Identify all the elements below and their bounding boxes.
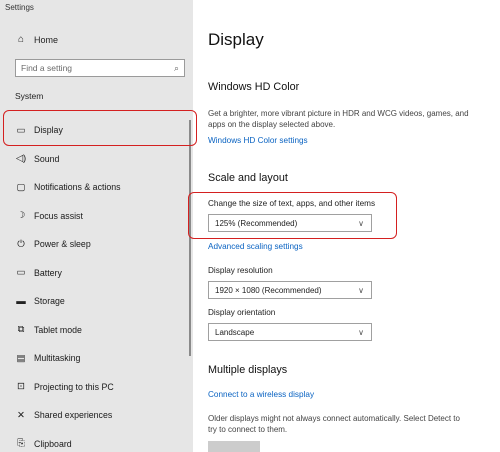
resolution-label: Display resolution (208, 266, 273, 275)
sidebar-item-projecting[interactable]: ⊡ Projecting to this PC (0, 373, 193, 402)
hdr-description: Get a brighter, more vibrant picture in … (208, 109, 469, 129)
sidebar-item-label: Tablet mode (34, 324, 82, 335)
sidebar-item-label: Storage (34, 296, 65, 307)
sidebar-item-clipboard[interactable]: ⎘ Clipboard (0, 430, 193, 452)
sidebar-item-label: Sound (34, 153, 60, 164)
section-label: System (15, 91, 44, 101)
sidebar-item-label: Multitasking (34, 353, 81, 364)
orientation-dropdown[interactable]: Landscape ∨ (208, 323, 372, 341)
sidebar-nav: ▭ Display ◁) Sound ▢ Notifications & act… (0, 116, 193, 452)
detect-button[interactable] (208, 441, 260, 452)
sidebar-item-storage[interactable]: ▬ Storage (0, 287, 193, 316)
sidebar-item-focus-assist[interactable]: ☽ Focus assist (0, 202, 193, 231)
orientation-dropdown-value: Landscape (215, 327, 255, 337)
sidebar-item-label: Display (34, 125, 63, 136)
sidebar-item-label: Clipboard (34, 438, 72, 449)
scale-heading: Scale and layout (208, 172, 288, 184)
hdr-heading: Windows HD Color (208, 81, 300, 93)
sidebar-scrollbar[interactable] (189, 120, 191, 356)
home-icon: ⌂ (17, 34, 25, 45)
home-link[interactable]: ⌂ Home (15, 34, 58, 45)
sidebar-item-tablet-mode[interactable]: ⧉ Tablet mode (0, 316, 193, 345)
sidebar-item-label: Projecting to this PC (34, 381, 114, 392)
multiple-displays-description: Older displays might not always connect … (208, 414, 460, 434)
power-icon: ⏻ (17, 238, 25, 250)
app-title: Settings (5, 3, 34, 12)
resolution-dropdown-value: 1920 × 1080 (Recommended) (215, 285, 322, 295)
page-title: Display (208, 30, 264, 49)
sidebar-item-display[interactable]: ▭ Display (0, 116, 193, 145)
project-icon: ⊡ (17, 381, 25, 393)
monitor-icon: ▭ (16, 124, 26, 136)
sidebar-item-label: Power & sleep (34, 239, 91, 250)
sidebar-item-label: Focus assist (34, 210, 83, 221)
resolution-dropdown[interactable]: 1920 × 1080 (Recommended) ∨ (208, 281, 372, 299)
chevron-down-icon: ∨ (358, 285, 364, 295)
battery-icon: ▭ (16, 267, 26, 279)
sidebar-item-notifications[interactable]: ▢ Notifications & actions (0, 173, 193, 202)
sidebar-item-multitasking[interactable]: ▤ Multitasking (0, 344, 193, 373)
scale-dropdown[interactable]: 125% (Recommended) ∨ (208, 214, 372, 232)
chevron-down-icon: ∨ (358, 327, 364, 337)
notification-icon: ▢ (16, 181, 26, 193)
multiple-displays-heading: Multiple displays (208, 364, 288, 376)
sidebar-item-shared-experiences[interactable]: ✕ Shared experiences (0, 401, 193, 430)
sidebar-item-sound[interactable]: ◁) Sound (0, 145, 193, 174)
storage-icon: ▬ (16, 295, 26, 307)
size-label: Change the size of text, apps, and other… (208, 199, 376, 208)
hdr-settings-link[interactable]: Windows HD Color settings (208, 136, 308, 145)
speaker-icon: ◁) (15, 153, 27, 165)
sidebar-item-label: Notifications & actions (34, 182, 121, 193)
orientation-label: Display orientation (208, 308, 276, 317)
shared-icon: ✕ (17, 409, 25, 421)
search-box[interactable]: ⌕ (15, 59, 185, 77)
search-icon[interactable]: ⌕ (174, 63, 179, 74)
moon-icon: ☽ (16, 210, 26, 222)
tablet-icon: ⧉ (17, 324, 25, 336)
sidebar-item-label: Shared experiences (34, 410, 113, 421)
scale-dropdown-value: 125% (Recommended) (215, 218, 298, 228)
clipboard-icon: ⎘ (17, 438, 25, 450)
sidebar-item-label: Battery (34, 267, 62, 278)
multitasking-icon: ▤ (16, 352, 26, 364)
chevron-down-icon: ∨ (358, 218, 364, 228)
sidebar: Settings ⌂ Home ⌕ System ▭ Display ◁) So… (0, 0, 193, 452)
search-input[interactable] (21, 63, 174, 73)
advanced-scaling-link[interactable]: Advanced scaling settings (208, 242, 303, 251)
home-label: Home (34, 34, 59, 45)
connect-wireless-link[interactable]: Connect to a wireless display (208, 390, 314, 399)
sidebar-item-power-sleep[interactable]: ⏻ Power & sleep (0, 230, 193, 259)
sidebar-item-battery[interactable]: ▭ Battery (0, 259, 193, 288)
